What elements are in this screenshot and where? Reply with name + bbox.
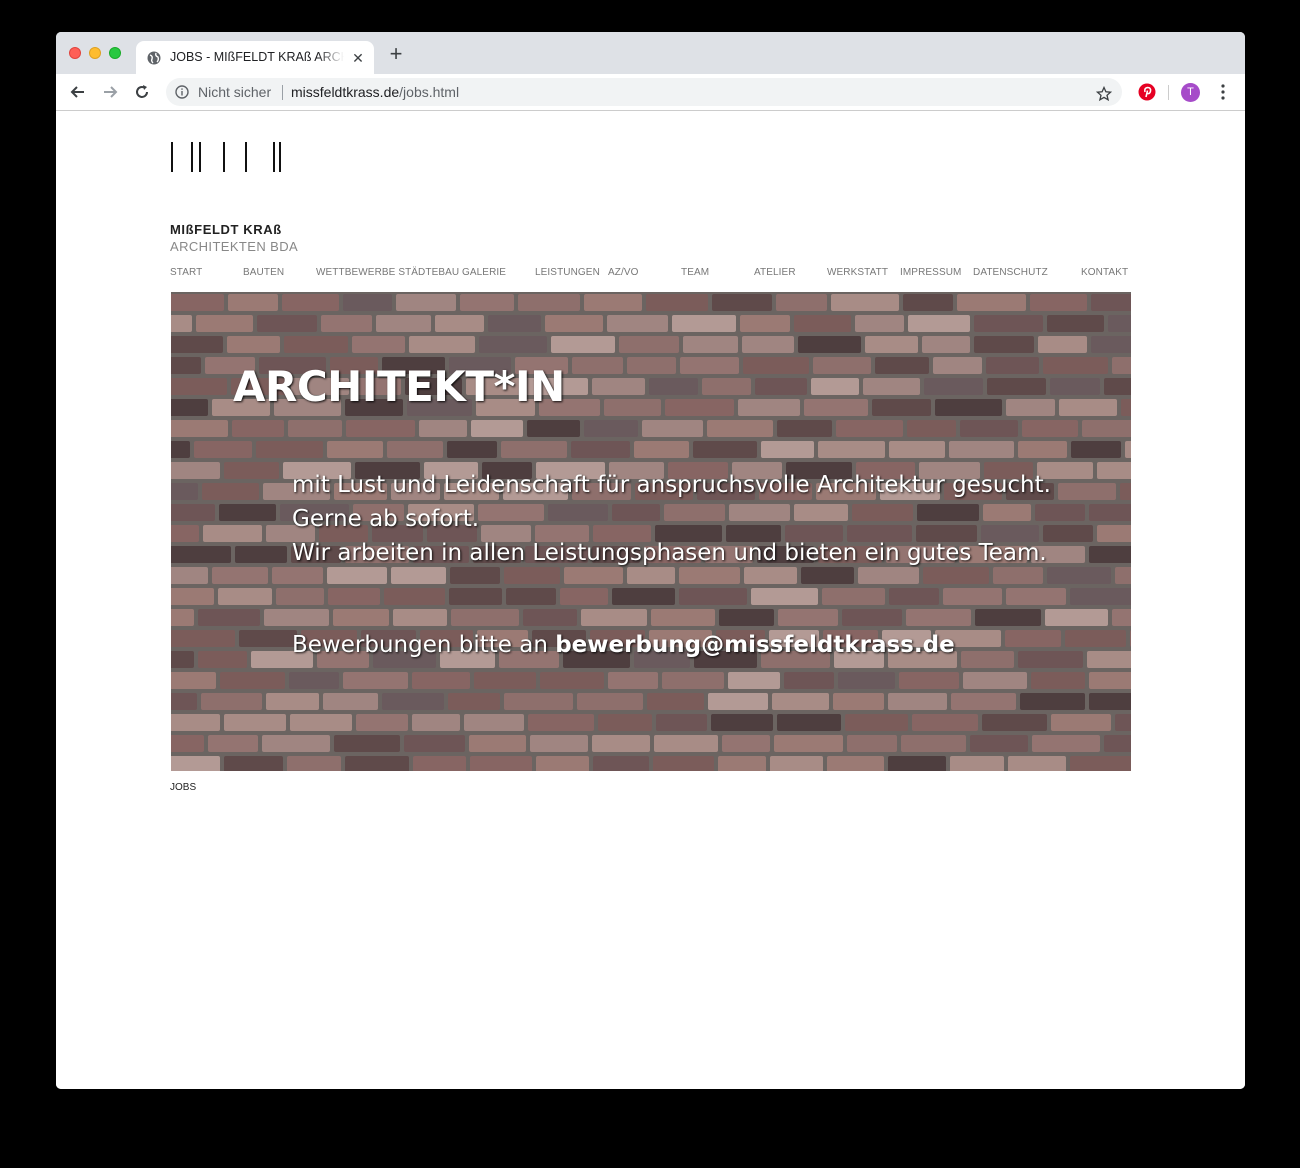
hero-line-2: Gerne ab sofort. xyxy=(292,506,480,532)
info-icon[interactable] xyxy=(175,85,189,99)
nav-team[interactable]: TEAM xyxy=(681,267,709,278)
address-bar[interactable]: Nicht sicher missfeldtkrass.de/jobs.html xyxy=(166,78,1122,106)
brand-subtitle: ARCHITEKTEN BDA xyxy=(170,239,299,254)
nav-start[interactable]: START xyxy=(170,267,202,278)
pinterest-extension-icon[interactable] xyxy=(1138,83,1156,101)
nav-werkstatt[interactable]: WERKSTATT xyxy=(827,267,888,278)
nav-kontakt[interactable]: KONTAKT xyxy=(1081,267,1128,278)
browser-toolbar: Nicht sicher missfeldtkrass.de/jobs.html… xyxy=(56,74,1245,111)
page-caption: JOBS xyxy=(170,782,197,793)
browser-window: JOBS - MIßFELDT KRAß ARCHITEKTEN BDA ✕ +… xyxy=(56,32,1245,1089)
nav-leistungen[interactable]: LEISTUNGEN xyxy=(535,267,600,278)
new-tab-button[interactable]: + xyxy=(386,43,406,65)
toolbar-divider xyxy=(1168,85,1169,100)
hero-line-3: Wir arbeiten in allen Leistungsphasen un… xyxy=(292,540,1047,566)
page-content: MIßFELDT KRAß ARCHITEKTEN BDA START BAUT… xyxy=(56,112,1245,1089)
security-label[interactable]: Nicht sicher xyxy=(198,84,271,100)
tab-title: JOBS - MIßFELDT KRAß ARCHITEKTEN BDA xyxy=(170,50,344,64)
nav-azvo[interactable]: AZ/VO xyxy=(608,267,639,278)
nav-impressum[interactable]: IMPRESSUM xyxy=(900,267,961,278)
back-arrow-icon[interactable] xyxy=(68,82,88,102)
application-line: Bewerbungen bitte an bewerbung@missfeldt… xyxy=(292,632,955,658)
hero-banner: ARCHITEKT*IN mit Lust und Leidenschaft f… xyxy=(171,292,1131,771)
globe-icon xyxy=(147,51,161,65)
nav-wettbewerbe-staedtebau[interactable]: WETTBEWERBE STÄDTEBAU xyxy=(316,267,459,278)
site-logo[interactable] xyxy=(170,142,285,172)
close-tab-icon[interactable]: ✕ xyxy=(350,50,366,66)
nav-galerie[interactable]: GALERIE xyxy=(462,267,506,278)
application-prefix: Bewerbungen bitte an xyxy=(292,632,556,658)
reload-icon[interactable] xyxy=(132,82,152,102)
hero-line-1: mit Lust und Leidenschaft für anspruchsv… xyxy=(292,472,1051,498)
more-menu-icon[interactable] xyxy=(1216,83,1230,101)
profile-avatar[interactable]: T xyxy=(1181,83,1200,102)
brand-name: MIßFELDT KRAß xyxy=(170,222,282,237)
forward-arrow-icon[interactable] xyxy=(100,82,120,102)
url-host: missfeldtkrass.de xyxy=(291,84,400,100)
tab-bar: JOBS - MIßFELDT KRAß ARCHITEKTEN BDA ✕ + xyxy=(56,32,1245,74)
nav-atelier[interactable]: ATELIER xyxy=(754,267,796,278)
bookmark-star-icon[interactable] xyxy=(1096,86,1112,102)
application-email-link[interactable]: bewerbung@missfeldtkrass.de xyxy=(555,632,954,658)
browser-tab-active[interactable]: JOBS - MIßFELDT KRAß ARCHITEKTEN BDA ✕ xyxy=(136,41,374,74)
hero-title: ARCHITEKT*IN xyxy=(233,362,565,411)
maximize-window-button[interactable] xyxy=(109,47,121,59)
main-navigation: START BAUTEN WETTBEWERBE STÄDTEBAU GALER… xyxy=(170,267,1130,281)
nav-datenschutz[interactable]: DATENSCHUTZ xyxy=(973,267,1048,278)
url-text[interactable]: missfeldtkrass.de/jobs.html xyxy=(291,84,459,100)
address-divider xyxy=(282,85,283,100)
url-path: /jobs.html xyxy=(399,84,460,100)
close-window-button[interactable] xyxy=(69,47,81,59)
minimize-window-button[interactable] xyxy=(89,47,101,59)
nav-bauten[interactable]: BAUTEN xyxy=(243,267,284,278)
